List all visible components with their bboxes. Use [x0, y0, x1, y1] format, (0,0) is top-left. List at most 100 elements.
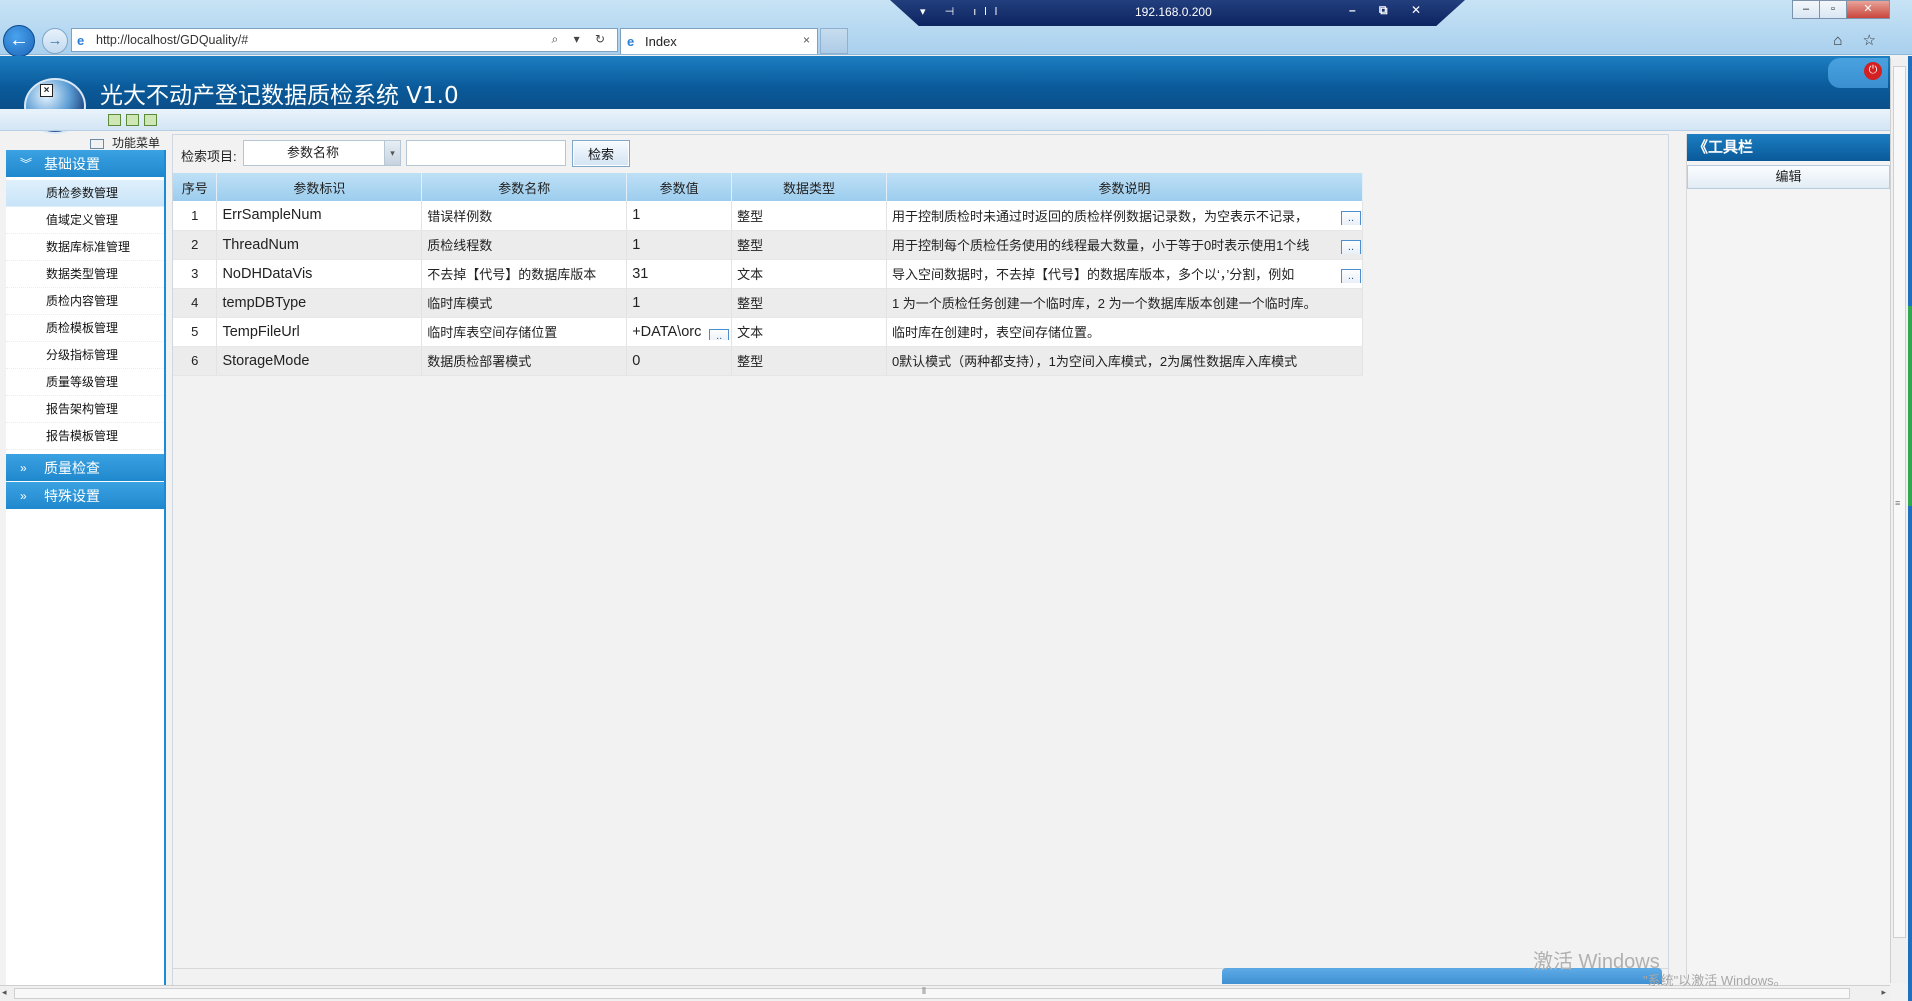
cell-no: 5 [173, 317, 218, 347]
cell-id[interactable]: StorageMode [216, 346, 423, 376]
cell-desc[interactable]: 临时库在创建时，表空间存储位置。 [886, 317, 1364, 347]
cell-value[interactable]: 31 [626, 259, 733, 289]
cell-value[interactable]: +DATA\orc.. [626, 317, 733, 347]
cell-id[interactable]: tempDBType [216, 288, 423, 318]
tab-close-icon[interactable]: × [803, 33, 810, 47]
minimize-button[interactable]: – [1792, 0, 1820, 19]
close-window-button[interactable]: ✕ [1846, 0, 1890, 19]
dropdown-arrow-icon[interactable]: ▾ [384, 141, 400, 165]
scroll-left-icon[interactable]: ◂ [2, 987, 7, 998]
cell-desc[interactable]: 导入空间数据时，不去掉【代号】的数据库版本，多个以‘，’分割，例如.. [886, 259, 1364, 289]
cell-name[interactable]: 临时库模式 [421, 288, 628, 318]
edit-button[interactable]: 编辑 [1687, 165, 1890, 189]
search-input[interactable] [406, 140, 566, 166]
function-menu-label[interactable]: 功能菜单 [90, 134, 160, 151]
new-tab-button[interactable] [820, 28, 848, 54]
cell-type[interactable]: 整型 [731, 346, 887, 376]
forward-button[interactable]: → [42, 28, 68, 54]
address-url[interactable]: http://localhost/GDQuality/# [96, 33, 248, 47]
sidebar-item-data-type[interactable]: 数据类型管理 [6, 261, 164, 288]
maximize-button[interactable]: ▫ [1819, 0, 1847, 19]
cell-desc[interactable]: 0默认模式（两种都支持），1为空间入库模式，2为属性数据库入库模式 [886, 346, 1364, 376]
cell-desc[interactable]: 用于控制每个质检任务使用的线程最大数量，小于等于0时表示使用1个线.. [886, 230, 1364, 260]
col-header-desc[interactable]: 参数说明 [886, 173, 1364, 201]
col-header-value[interactable]: 参数值 [626, 173, 733, 201]
logo-close-icon[interactable]: × [40, 84, 53, 97]
col-header-name[interactable]: 参数名称 [421, 173, 628, 201]
table-row[interactable]: 2 ThreadNum 质检线程数 1 整型 用于控制每个质检任务使用的线程最大… [173, 230, 1364, 260]
cell-name[interactable]: 数据质检部署模式 [421, 346, 628, 376]
remote-bar-window-icons[interactable]: – ⧉ ✕ [1349, 3, 1431, 18]
address-tools-icons[interactable]: ⌕ ▾ ↻ [552, 32, 611, 47]
cell-value[interactable]: 1 [626, 288, 733, 318]
cell-id[interactable]: NoDHDataVis [216, 259, 423, 289]
sub-header-bar [0, 109, 1890, 131]
cell-type[interactable]: 整型 [731, 201, 887, 231]
sidebar-item-check-content[interactable]: 质检内容管理 [6, 288, 164, 315]
tab-index[interactable]: e Index × [620, 28, 818, 54]
cell-name[interactable]: 不去掉【代号】的数据库版本 [421, 259, 628, 289]
search-field-select[interactable]: 参数名称 ▾ [243, 140, 401, 166]
search-button[interactable]: 检索 [572, 140, 630, 167]
function-menu-text: 功能菜单 [112, 136, 161, 150]
remote-bar-left-icons[interactable]: ▾ ⊣ ıll [920, 5, 1005, 18]
scroll-right-icon[interactable]: ▸ [1881, 987, 1886, 998]
back-button[interactable]: ← [3, 25, 35, 57]
sidebar-group-label: 基础设置 [44, 156, 100, 172]
table-row[interactable]: 1 ErrSampleNum 错误样例数 1 整型 用于控制质检时未通过时返回的… [173, 201, 1364, 231]
sidebar-group-special-settings[interactable]: » 特殊设置 [6, 482, 164, 510]
sidebar-item-db-standard[interactable]: 数据库标准管理 [6, 234, 164, 261]
horizontal-scrollbar[interactable]: ◂ ⦀ ▸ [0, 985, 1890, 1001]
power-icon[interactable]: ⏻ [1864, 62, 1882, 80]
toolbox-title[interactable]: 《工具栏 [1687, 134, 1890, 161]
cell-name[interactable]: 错误样例数 [421, 201, 628, 231]
cell-type[interactable]: 整型 [731, 230, 887, 260]
col-header-id[interactable]: 参数标识 [216, 173, 423, 201]
cell-no: 1 [173, 201, 218, 231]
table-row[interactable]: 4 tempDBType 临时库模式 1 整型 1 为一个质检任务创建一个临时库… [173, 288, 1364, 318]
cell-name[interactable]: 临时库表空间存储位置 [421, 317, 628, 347]
window-controls: – ▫ ✕ [1792, 0, 1890, 20]
sidebar-item-report-structure[interactable]: 报告架构管理 [6, 396, 164, 423]
sidebar-item-quality-level[interactable]: 质量等级管理 [6, 369, 164, 396]
cell-value[interactable]: 0 [626, 346, 733, 376]
more-button[interactable]: .. [709, 328, 730, 340]
col-header-no[interactable]: 序号 [173, 173, 218, 201]
cell-id[interactable]: ThreadNum [216, 230, 423, 260]
cell-value[interactable]: 1 [626, 230, 733, 260]
quick-icon-3[interactable] [144, 114, 157, 126]
cell-desc[interactable]: 用于控制质检时未通过时返回的质检样例数据记录数，为空表示不记录，.. [886, 201, 1364, 231]
sidebar-item-check-template[interactable]: 质检模板管理 [6, 315, 164, 342]
table-row[interactable]: 5 TempFileUrl 临时库表空间存储位置 +DATA\orc.. 文本 … [173, 317, 1364, 347]
horizontal-scroll-thumb[interactable] [14, 988, 1850, 999]
quick-icon-1[interactable] [108, 114, 121, 126]
header-power-area: ⏻ [1828, 58, 1888, 88]
cell-id[interactable]: ErrSampleNum [216, 201, 423, 231]
quick-icon-2[interactable] [126, 114, 139, 126]
cell-type[interactable]: 文本 [731, 259, 887, 289]
cell-type[interactable]: 文本 [731, 317, 887, 347]
more-button[interactable]: .. [1340, 269, 1361, 283]
sidebar-item-report-template[interactable]: 报告模板管理 [6, 423, 164, 450]
table-row[interactable]: 3 NoDHDataVis 不去掉【代号】的数据库版本 31 文本 导入空间数据… [173, 259, 1364, 289]
address-bar[interactable]: e http://localhost/GDQuality/# ⌕ ▾ ↻ [71, 28, 618, 52]
home-favorites-icons[interactable]: ⌂ ☆ [1833, 31, 1884, 49]
cell-type[interactable]: 整型 [731, 288, 887, 318]
cell-id[interactable]: TempFileUrl [216, 317, 423, 347]
sidebar-item-domain-definition[interactable]: 值域定义管理 [6, 207, 164, 234]
more-button[interactable]: .. [1340, 240, 1361, 254]
cell-value[interactable]: 1 [626, 201, 733, 231]
sidebar-group-label: 质量检查 [44, 460, 100, 476]
more-button[interactable]: .. [1340, 210, 1361, 225]
sidebar-group-basic-settings[interactable]: ︾ 基础设置 [6, 150, 164, 178]
table-header-row: 序号 参数标识 参数名称 参数值 数据类型 参数说明 [173, 173, 1364, 201]
col-header-type[interactable]: 数据类型 [731, 173, 887, 201]
cell-desc[interactable]: 1 为一个质检任务创建一个临时库，2 为一个数据库版本创建一个临时库。 [886, 288, 1364, 318]
vertical-scrollbar[interactable]: ≡ [1890, 58, 1908, 983]
sidebar-item-grading-index[interactable]: 分级指标管理 [6, 342, 164, 369]
sidebar-item-param-management[interactable]: 质检参数管理 [6, 180, 164, 207]
sidebar-group-quality-check[interactable]: » 质量检查 [6, 454, 164, 482]
cell-no: 4 [173, 288, 218, 318]
cell-name[interactable]: 质检线程数 [421, 230, 628, 260]
table-row[interactable]: 6 StorageMode 数据质检部署模式 0 整型 0默认模式（两种都支持）… [173, 346, 1364, 376]
